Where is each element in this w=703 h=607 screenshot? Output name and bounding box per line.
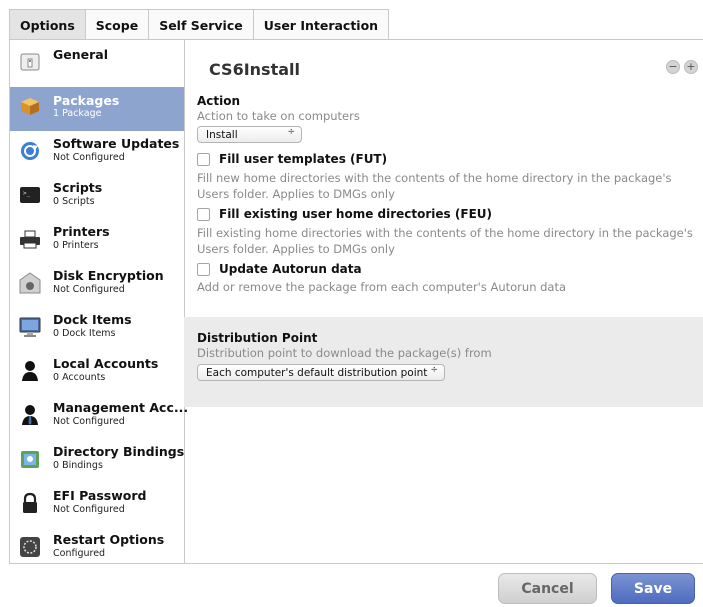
sidebar-item-title: Restart Options <box>53 532 165 547</box>
tab-scope[interactable]: Scope <box>86 10 150 40</box>
sidebar-item-efi-password[interactable]: EFI Password Not Configured <box>10 487 184 531</box>
distribution-description: Distribution point to download the packa… <box>197 346 492 360</box>
sidebar-item-title: Disk Encryption <box>53 268 164 283</box>
sidebar-item-scripts[interactable]: >_ Scripts 0 Scripts <box>10 179 184 223</box>
sidebar-item-restart-options[interactable]: Restart Options Configured <box>10 531 184 575</box>
package-title: CS6Install <box>209 60 300 79</box>
sidebar-item-title: Software Updates <box>53 136 180 151</box>
sidebar-item-packages[interactable]: Packages 1 Package <box>10 87 184 131</box>
package-settings-panel: CS6Install − + Action Action to take on … <box>184 40 703 563</box>
sidebar-item-directory-bindings[interactable]: Directory Bindings 0 Bindings <box>10 443 184 487</box>
action-select[interactable]: Install ÷ <box>197 126 302 143</box>
feu-label: Fill existing user home directories (FEU… <box>219 207 492 221</box>
select-arrows-icon: ÷ <box>287 127 295 137</box>
sidebar-item-subtitle: 0 Accounts <box>53 372 106 383</box>
cancel-button[interactable]: Cancel <box>498 573 597 604</box>
fut-checkbox-row[interactable]: Fill user templates (FUT) <box>197 152 387 166</box>
add-button[interactable]: + <box>684 60 698 74</box>
sidebar-item-subtitle: Configured <box>53 548 106 559</box>
fut-label: Fill user templates (FUT) <box>219 152 388 166</box>
sidebar-item-title: Local Accounts <box>53 356 159 371</box>
sidebar-item-local-accounts[interactable]: Local Accounts 0 Accounts <box>10 355 184 399</box>
sidebar-item-title: General <box>53 47 108 62</box>
select-arrows-icon: ÷ <box>430 365 438 375</box>
sidebar-item-subtitle: 0 Printers <box>53 240 99 251</box>
sidebar-item-management-account[interactable]: Management Acc... Not Configured <box>10 399 188 443</box>
disk-encryption-icon <box>19 272 41 294</box>
tab-bar: Options Scope Self Service User Interact… <box>9 9 390 40</box>
sidebar-item-subtitle: Not Configured <box>53 152 125 163</box>
sidebar-item-title: Scripts <box>53 180 103 195</box>
terminal-icon: >_ <box>20 187 40 203</box>
action-label: Action <box>197 94 241 108</box>
tab-options[interactable]: Options <box>10 10 86 40</box>
sidebar-item-subtitle: 1 Package <box>53 108 102 119</box>
distribution-point-section: Distribution Point Distribution point to… <box>184 317 703 407</box>
tab-self-service[interactable]: Self Service <box>149 10 254 40</box>
dock-icon <box>19 317 41 337</box>
sidebar-item-title: Dock Items <box>53 312 132 327</box>
software-update-icon <box>21 142 39 160</box>
fut-description: Fill new home directories with the conte… <box>197 171 672 201</box>
action-select-value: Install <box>206 128 238 141</box>
feu-checkbox-row[interactable]: Fill existing user home directories (FEU… <box>197 207 492 221</box>
tab-user-interaction[interactable]: User Interaction <box>254 10 388 40</box>
footer-divider <box>9 563 703 564</box>
sidebar-item-subtitle: Not Configured <box>53 416 125 427</box>
sidebar-item-printers[interactable]: Printers 0 Printers <box>10 223 184 267</box>
sidebar-item-general[interactable]: General <box>10 46 184 90</box>
package-icon <box>21 98 39 115</box>
management-account-icon <box>22 405 38 425</box>
general-icon <box>20 53 40 71</box>
lock-icon <box>23 492 37 513</box>
autorun-checkbox[interactable] <box>197 262 210 276</box>
sidebar-item-title: EFI Password <box>53 488 147 503</box>
sidebar-item-software-updates[interactable]: Software Updates Not Configured <box>10 135 184 179</box>
sidebar-item-subtitle: 0 Scripts <box>53 196 95 207</box>
distribution-select[interactable]: Each computer's default distribution poi… <box>197 364 445 381</box>
printer-icon <box>20 230 40 249</box>
sidebar-item-title: Directory Bindings <box>53 444 185 459</box>
sidebar: General Packages 1 Package Software Upda… <box>9 40 188 563</box>
sidebar-item-title: Packages <box>53 93 120 108</box>
remove-button[interactable]: − <box>666 60 680 74</box>
autorun-label: Update Autorun data <box>219 262 362 276</box>
feu-description: Fill existing home directories with the … <box>197 226 693 256</box>
sidebar-item-subtitle: Not Configured <box>53 504 125 515</box>
distribution-select-value: Each computer's default distribution poi… <box>206 366 428 379</box>
sidebar-item-dock-items[interactable]: Dock Items 0 Dock Items <box>10 311 184 355</box>
fut-checkbox[interactable] <box>197 152 210 166</box>
autorun-description: Add or remove the package from each comp… <box>197 280 567 294</box>
distribution-label: Distribution Point <box>197 331 318 345</box>
sidebar-item-disk-encryption[interactable]: Disk Encryption Not Configured <box>10 267 184 311</box>
save-button[interactable]: Save <box>611 573 695 604</box>
sidebar-item-subtitle: 0 Bindings <box>53 460 103 471</box>
sidebar-item-title: Management Acc... <box>53 400 189 415</box>
directory-icon <box>21 451 39 468</box>
sidebar-item-subtitle: 0 Dock Items <box>53 328 116 339</box>
sidebar-item-title: Printers <box>53 224 110 239</box>
autorun-checkbox-row[interactable]: Update Autorun data <box>197 262 362 276</box>
action-description: Action to take on computers <box>197 109 360 123</box>
restart-icon <box>20 537 40 557</box>
svg-text:>_: >_ <box>23 190 31 197</box>
user-icon <box>22 361 38 381</box>
feu-checkbox[interactable] <box>197 207 210 221</box>
sidebar-item-subtitle: Not Configured <box>53 284 125 295</box>
